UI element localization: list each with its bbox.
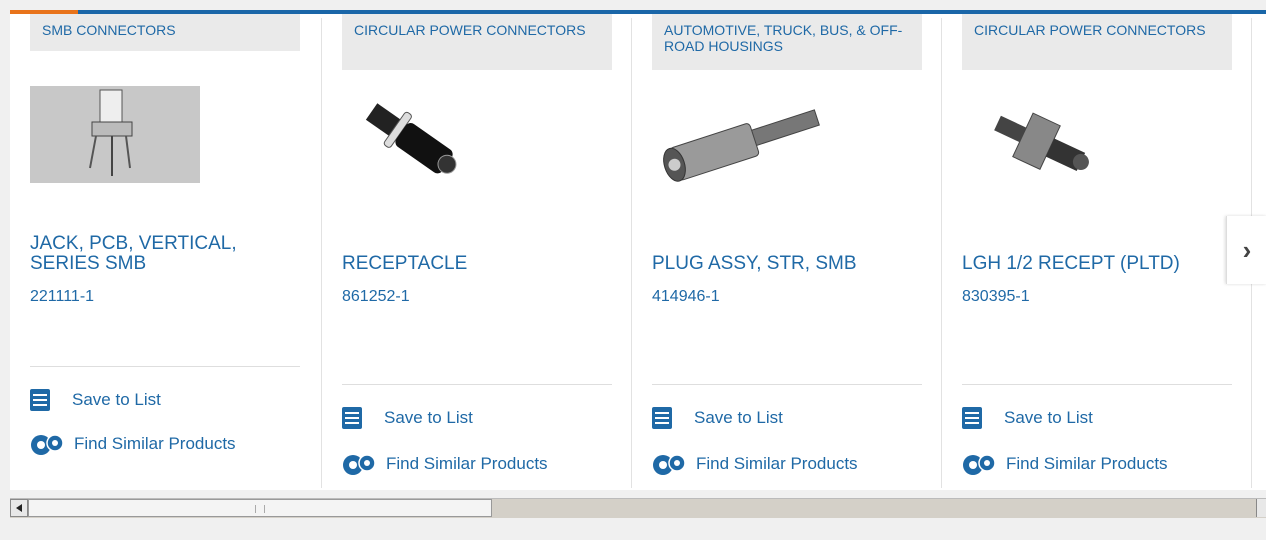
save-label: Save to List [1004, 408, 1093, 427]
horizontal-scrollbar[interactable] [10, 498, 1266, 518]
part-number[interactable]: 414946-1 [652, 288, 720, 306]
save-to-list-button[interactable]: Save to List [30, 388, 161, 412]
product-card: CIRCULAR POWER CONNECTORS RECEPTACLE 861… [321, 14, 612, 490]
category-label[interactable]: CIRCULAR POWER CONNECTORS [962, 14, 1232, 70]
product-card: AUTOMOTIVE, TRUCK, BUS, & OFF-ROAD HOUSI… [631, 14, 922, 490]
gears-icon [31, 434, 64, 455]
gears-icon [343, 454, 376, 475]
product-card: CIRCULAR POWER CONNECTORS LGH 1/2 RECEPT… [941, 14, 1232, 490]
divider [342, 384, 612, 385]
grip-icon [255, 505, 265, 513]
gears-icon [963, 454, 996, 475]
similar-label: Find Similar Products [74, 434, 236, 453]
product-title[interactable]: LGH 1/2 RECEPT (PLTD) [962, 254, 1232, 274]
product-image[interactable] [962, 96, 1132, 193]
part-number[interactable]: 221111-1 [30, 288, 94, 306]
save-to-list-button[interactable]: Save to List [962, 406, 1093, 430]
save-label: Save to List [72, 390, 161, 409]
save-to-list-button[interactable]: Save to List [342, 406, 473, 430]
checklist-icon [962, 407, 982, 429]
save-label: Save to List [384, 408, 473, 427]
product-title[interactable]: RECEPTACLE [342, 254, 612, 274]
product-card: SMB CONNECTORS JACK, PCB, VERTICAL, SERI… [30, 14, 300, 490]
find-similar-button[interactable]: Find Similar Products [30, 432, 236, 456]
product-title[interactable]: PLUG ASSY, STR, SMB [652, 254, 922, 274]
checklist-icon [30, 389, 50, 411]
category-label[interactable]: CIRCULAR POWER CONNECTORS [342, 14, 612, 70]
checklist-icon [342, 407, 362, 429]
carousel-next-button[interactable]: › [1226, 216, 1266, 284]
product-carousel: SMB CONNECTORS JACK, PCB, VERTICAL, SERI… [10, 14, 1266, 490]
save-label: Save to List [694, 408, 783, 427]
part-number[interactable]: 830395-1 [962, 288, 1030, 306]
checklist-icon [652, 407, 672, 429]
scroll-right-arrow-icon[interactable] [1256, 499, 1266, 517]
find-similar-button[interactable]: Find Similar Products [342, 452, 548, 476]
scroll-left-arrow-icon[interactable] [10, 499, 28, 517]
gears-icon [653, 454, 686, 475]
save-to-list-button[interactable]: Save to List [652, 406, 783, 430]
product-image[interactable] [342, 96, 512, 193]
divider [652, 384, 922, 385]
chevron-right-icon: › [1242, 234, 1252, 265]
similar-label: Find Similar Products [696, 454, 858, 473]
product-image[interactable] [652, 96, 832, 193]
divider [962, 384, 1232, 385]
product-image[interactable] [30, 86, 200, 183]
category-label[interactable]: AUTOMOTIVE, TRUCK, BUS, & OFF-ROAD HOUSI… [652, 14, 922, 70]
product-title[interactable]: JACK, PCB, VERTICAL, SERIES SMB [30, 234, 300, 274]
divider [30, 366, 300, 367]
part-number[interactable]: 861252-1 [342, 288, 410, 306]
find-similar-button[interactable]: Find Similar Products [652, 452, 858, 476]
scrollbar-thumb[interactable] [28, 499, 492, 517]
similar-label: Find Similar Products [1006, 454, 1168, 473]
similar-label: Find Similar Products [386, 454, 548, 473]
category-label[interactable]: SMB CONNECTORS [30, 14, 300, 51]
find-similar-button[interactable]: Find Similar Products [962, 452, 1168, 476]
